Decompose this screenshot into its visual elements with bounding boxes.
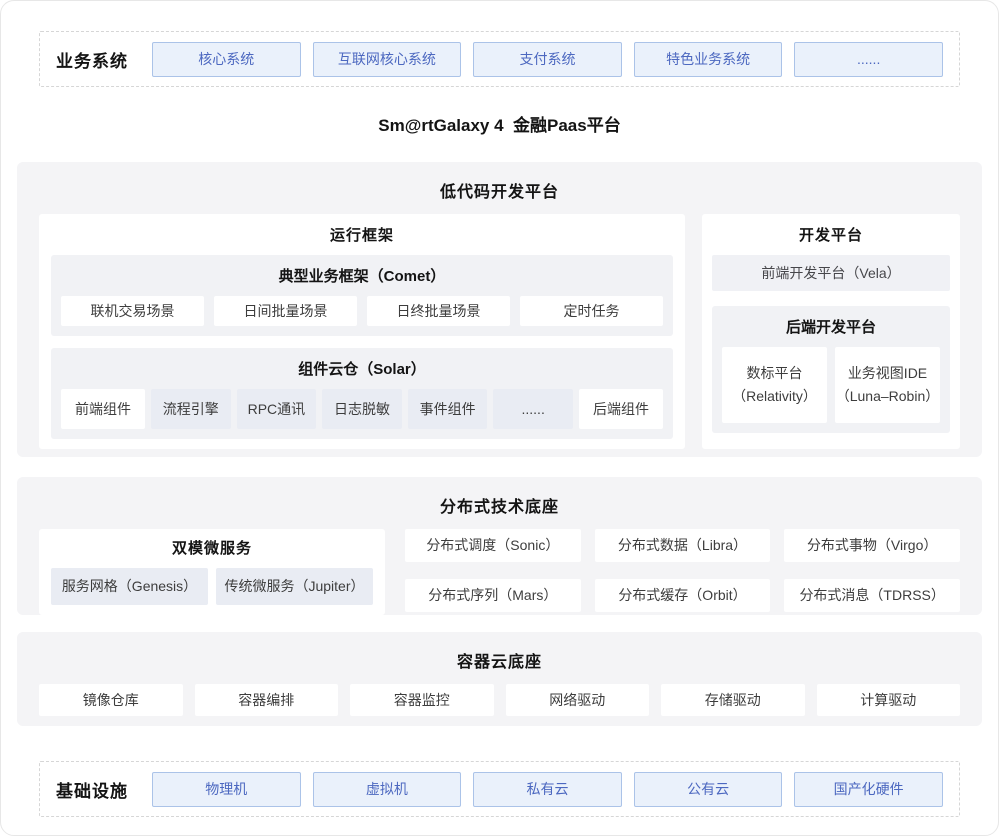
- solar-chip-log-masking: 日志脱敏: [322, 389, 402, 429]
- distributed-title: 分布式技术底座: [39, 489, 960, 529]
- business-systems-boxes: 核心系统 互联网核心系统 支付系统 特色业务系统 ......: [152, 42, 943, 77]
- dev-platform-title: 开发平台: [712, 214, 950, 255]
- distributed-item-mars: 分布式序列（Mars）: [405, 579, 581, 612]
- distributed-grid: 分布式调度（Sonic） 分布式数据（Libra） 分布式事物（Virgo） 分…: [405, 529, 960, 615]
- lowcode-title: 低代码开发平台: [39, 174, 960, 214]
- runtime-card: 运行框架 典型业务框架（Comet） 联机交易场景 日间批量场景 日终批量场景 …: [39, 214, 685, 449]
- business-item-more: ......: [794, 42, 943, 77]
- dualmode-card: 双模微服务 服务网格（Genesis） 传统微服务（Jupiter）: [39, 529, 385, 615]
- container-cloud-items: 镜像仓库 容器编排 容器监控 网络驱动 存储驱动 计算驱动: [39, 684, 960, 716]
- solar-chip-event-components: 事件组件: [408, 389, 488, 429]
- comet-item-eod-batch: 日终批量场景: [367, 296, 510, 326]
- infrastructure-label: 基础设施: [56, 777, 152, 802]
- business-item-internet-core: 互联网核心系统: [313, 42, 462, 77]
- backend-dev-subsection: 后端开发平台 数标平台 （Relativity） 业务视图IDE （Luna–R…: [712, 306, 950, 433]
- comet-item-intraday-batch: 日间批量场景: [214, 296, 357, 326]
- business-item-payment: 支付系统: [473, 42, 622, 77]
- container-item-network-driver: 网络驱动: [506, 684, 650, 716]
- distributed-item-tdrss: 分布式消息（TDRSS）: [784, 579, 960, 612]
- distributed-item-orbit: 分布式缓存（Orbit）: [595, 579, 771, 612]
- infrastructure-boxes: 物理机 虚拟机 私有云 公有云 国产化硬件: [152, 772, 943, 807]
- comet-item-scheduled-task: 定时任务: [520, 296, 663, 326]
- distributed-body: 双模微服务 服务网格（Genesis） 传统微服务（Jupiter） 分布式调度…: [39, 529, 960, 615]
- container-item-storage-driver: 存储驱动: [661, 684, 805, 716]
- runtime-title: 运行框架: [51, 214, 673, 255]
- infra-item-private-cloud: 私有云: [473, 772, 622, 807]
- solar-title: 组件云仓（Solar）: [61, 354, 663, 389]
- backend-item-luna-robin: 业务视图IDE （Luna–Robin）: [835, 347, 940, 423]
- business-item-core: 核心系统: [152, 42, 301, 77]
- architecture-diagram: 业务系统 核心系统 互联网核心系统 支付系统 特色业务系统 ...... Sm@…: [0, 0, 999, 836]
- dev-platform-card: 开发平台 前端开发平台（Vela） 后端开发平台 数标平台 （Relativit…: [702, 214, 960, 449]
- distributed-item-libra: 分布式数据（Libra）: [595, 529, 771, 562]
- backend-item-relativity: 数标平台 （Relativity）: [722, 347, 827, 423]
- comet-subsection: 典型业务框架（Comet） 联机交易场景 日间批量场景 日终批量场景 定时任务: [51, 255, 673, 336]
- backend-dev-items: 数标平台 （Relativity） 业务视图IDE （Luna–Robin）: [722, 347, 940, 423]
- solar-chip-rpc: RPC通讯: [237, 389, 317, 429]
- solar-chip-process-engine: 流程引擎: [151, 389, 231, 429]
- dualmode-item-genesis: 服务网格（Genesis）: [51, 568, 208, 605]
- distributed-section: 分布式技术底座 双模微服务 服务网格（Genesis） 传统微服务（Jupite…: [17, 477, 982, 615]
- infra-item-domestic-hardware: 国产化硬件: [794, 772, 943, 807]
- container-cloud-section: 容器云底座 镜像仓库 容器编排 容器监控 网络驱动 存储驱动 计算驱动: [17, 632, 982, 726]
- solar-chip-more: ......: [493, 389, 573, 429]
- business-systems-row: 业务系统 核心系统 互联网核心系统 支付系统 特色业务系统 ......: [39, 31, 960, 87]
- comet-item-online-trade: 联机交易场景: [61, 296, 204, 326]
- solar-subsection: 组件云仓（Solar） 前端组件 流程引擎 RPC通讯 日志脱敏 事件组件 ..…: [51, 348, 673, 439]
- platform-title: Sm@rtGalaxy 4 金融Paas平台: [1, 111, 998, 137]
- container-item-compute-driver: 计算驱动: [817, 684, 961, 716]
- comet-title: 典型业务框架（Comet）: [61, 261, 663, 296]
- infra-item-virtual-machine: 虚拟机: [313, 772, 462, 807]
- business-item-special: 特色业务系统: [634, 42, 783, 77]
- backend-dev-title: 后端开发平台: [722, 312, 940, 347]
- infrastructure-row: 基础设施 物理机 虚拟机 私有云 公有云 国产化硬件: [39, 761, 960, 817]
- distributed-item-sonic: 分布式调度（Sonic）: [405, 529, 581, 562]
- dualmode-item-jupiter: 传统微服务（Jupiter）: [216, 568, 373, 605]
- vela-frontend-dev-platform: 前端开发平台（Vela）: [712, 255, 950, 291]
- container-item-orchestration: 容器编排: [195, 684, 339, 716]
- dualmode-title: 双模微服务: [51, 529, 373, 568]
- container-cloud-title: 容器云底座: [39, 644, 960, 684]
- container-item-image-registry: 镜像仓库: [39, 684, 183, 716]
- infra-item-public-cloud: 公有云: [634, 772, 783, 807]
- lowcode-body: 运行框架 典型业务框架（Comet） 联机交易场景 日间批量场景 日终批量场景 …: [39, 214, 960, 449]
- solar-item-backend-components: 后端组件: [579, 389, 663, 429]
- container-item-monitoring: 容器监控: [350, 684, 494, 716]
- solar-items: 前端组件 流程引擎 RPC通讯 日志脱敏 事件组件 ...... 后端组件: [61, 389, 663, 429]
- lowcode-section: 低代码开发平台 运行框架 典型业务框架（Comet） 联机交易场景 日间批量场景…: [17, 162, 982, 457]
- infra-item-physical-machine: 物理机: [152, 772, 301, 807]
- business-systems-label: 业务系统: [56, 47, 152, 72]
- dualmode-items: 服务网格（Genesis） 传统微服务（Jupiter）: [51, 568, 373, 605]
- comet-items: 联机交易场景 日间批量场景 日终批量场景 定时任务: [61, 296, 663, 326]
- solar-item-frontend-components: 前端组件: [61, 389, 145, 429]
- distributed-item-virgo: 分布式事物（Virgo）: [784, 529, 960, 562]
